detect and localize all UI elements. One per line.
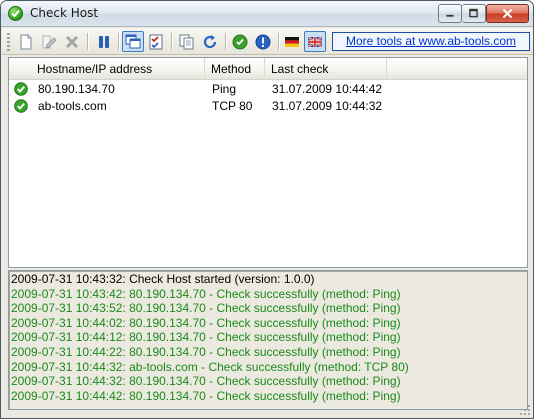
log-line: 2009-07-31 10:44:22: 80.190.134.70 - Che… [11, 344, 401, 359]
english-language-button[interactable] [304, 31, 326, 52]
info-button[interactable] [252, 31, 274, 52]
check-ok-icon [14, 82, 28, 99]
check-ok-icon [14, 99, 28, 116]
maximize-button[interactable] [462, 4, 486, 23]
window-title: Check Host [30, 6, 99, 20]
refresh-button[interactable] [199, 31, 221, 52]
table-row[interactable]: 80.190.134.70 Ping 31.07.2009 10:44:42 [9, 81, 527, 98]
german-language-button[interactable] [281, 31, 303, 52]
table-row[interactable]: ab-tools.com TCP 80 31.07.2009 10:44:32 [9, 98, 527, 115]
more-tools-link[interactable]: More tools at www.ab-tools.com [332, 32, 530, 51]
title-bar[interactable]: Check Host [1, 1, 533, 27]
log-line: 2009-07-31 10:43:42: 80.190.134.70 - Che… [11, 286, 401, 301]
list-header: Hostname/IP address Method Last check [9, 58, 527, 80]
toolbar-separator [278, 33, 279, 50]
cell-method: Ping [212, 82, 237, 96]
resize-grip[interactable] [519, 404, 531, 416]
toolbar-separator [225, 33, 226, 50]
column-header-hostname[interactable]: Hostname/IP address [31, 58, 205, 80]
log-line: 2009-07-31 10:44:02: 80.190.134.70 - Che… [11, 315, 401, 330]
checklist-button[interactable] [145, 31, 167, 52]
windows-button[interactable] [122, 31, 144, 52]
cell-hostname: ab-tools.com [38, 99, 107, 113]
cell-hostname: 80.190.134.70 [38, 82, 115, 96]
log-line: 2009-07-31 10:44:12: 80.190.134.70 - Che… [11, 330, 401, 345]
help-button[interactable] [229, 31, 251, 52]
log-line: 2009-07-31 10:43:52: 80.190.134.70 - Che… [11, 301, 401, 316]
close-button[interactable] [486, 4, 529, 23]
edit-button[interactable] [38, 31, 60, 52]
log-line: 2009-07-31 10:44:32: 80.190.134.70 - Che… [11, 374, 401, 389]
toolbar-separator [87, 33, 88, 50]
toolbar-grip[interactable] [7, 33, 10, 51]
app-check-icon [8, 6, 23, 21]
toolbar: More tools at www.ab-tools.com [2, 28, 533, 55]
column-header-last-check[interactable]: Last check [265, 58, 387, 80]
log-line: 2009-07-31 10:43:32: Check Host started … [11, 272, 315, 286]
log-line: 2009-07-31 10:44:32: ab-tools.com - Chec… [11, 359, 409, 374]
host-list[interactable]: Hostname/IP address Method Last check 80… [8, 57, 528, 268]
log-line: 2009-07-31 10:44:42: 80.190.134.70 - Che… [11, 388, 401, 403]
cell-last-check: 31.07.2009 10:44:32 [272, 99, 383, 113]
toolbar-separator [118, 33, 119, 50]
toolbar-separator [171, 33, 172, 50]
log-output[interactable]: 2009-07-31 10:43:32: Check Host started … [8, 270, 528, 410]
new-button[interactable] [15, 31, 37, 52]
minimize-button[interactable] [438, 4, 462, 23]
cell-last-check: 31.07.2009 10:44:42 [272, 82, 383, 96]
column-header-method[interactable]: Method [205, 58, 265, 80]
copy-button[interactable] [176, 31, 198, 52]
cell-method: TCP 80 [212, 99, 253, 113]
delete-button[interactable] [61, 31, 83, 52]
pause-button[interactable] [93, 31, 115, 52]
app-window: Check Host More tools at www.ab-tools.co… [0, 0, 534, 419]
